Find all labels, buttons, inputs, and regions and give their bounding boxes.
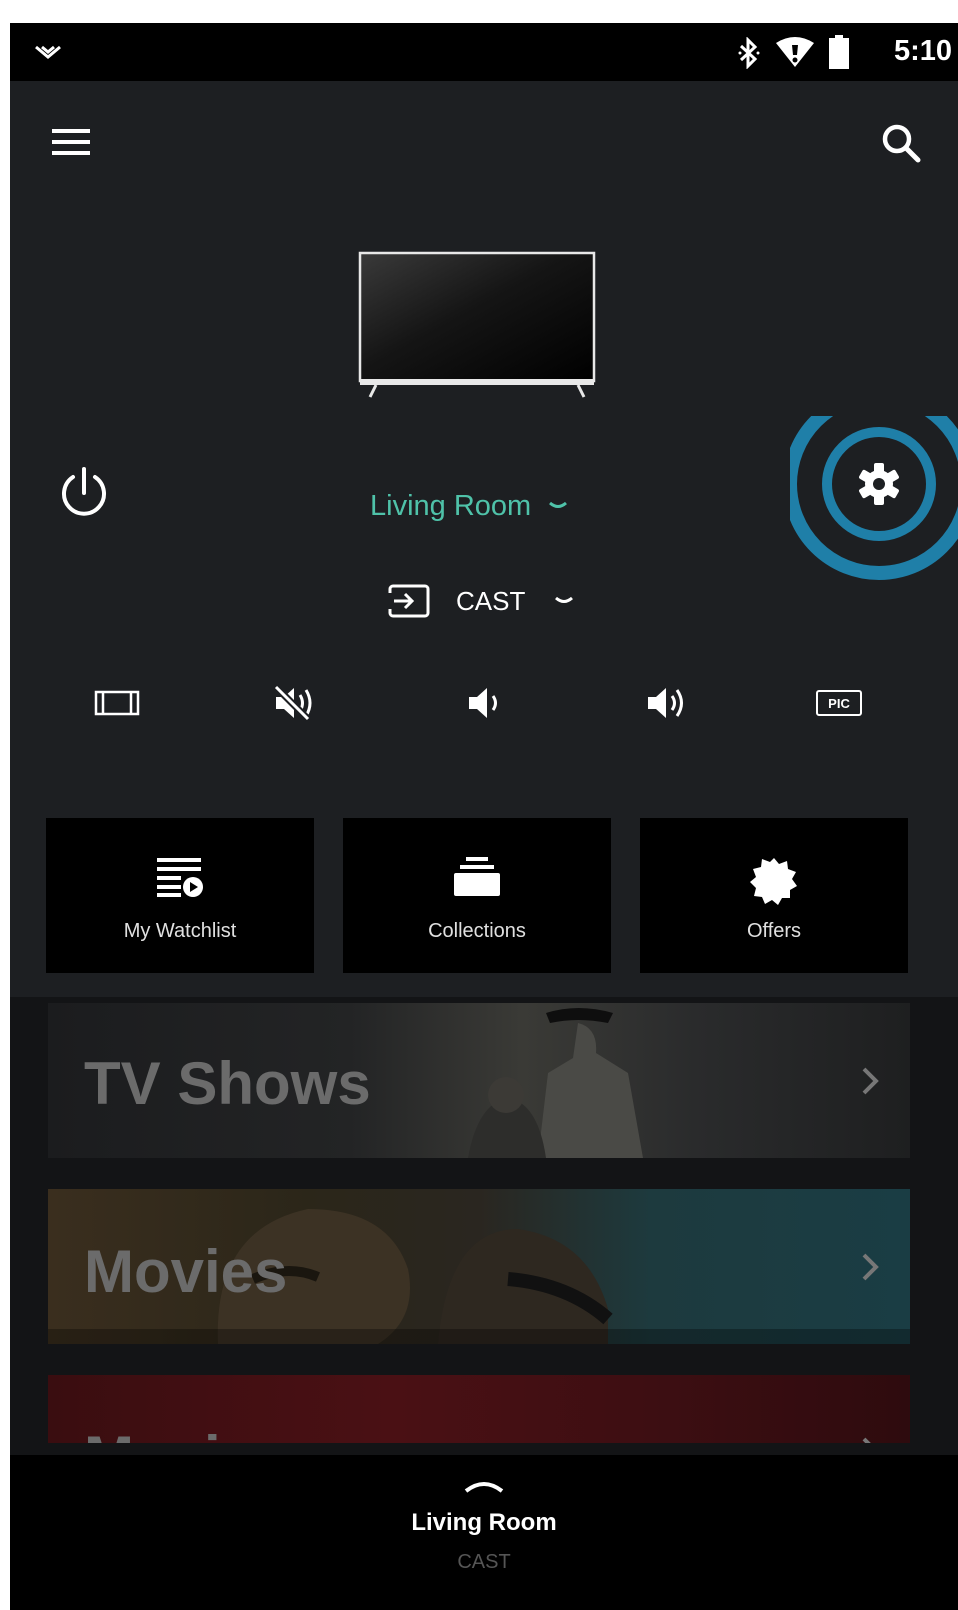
status-bar: 5:10 xyxy=(10,23,958,81)
settings-highlight xyxy=(783,388,958,580)
chevron-right-icon xyxy=(862,1253,879,1281)
mute-icon xyxy=(273,684,312,722)
tile-label: My Watchlist xyxy=(123,920,237,942)
pic-text: PIC xyxy=(828,696,850,711)
app-screen: 5:10 Living Room CAST PIC My Watchlist C… xyxy=(10,23,958,1610)
wifi-icon xyxy=(776,37,814,67)
mute-button[interactable] xyxy=(260,668,330,738)
category-label: Movies xyxy=(84,1238,288,1305)
input-source-icon xyxy=(388,584,430,618)
device-name: Living Room xyxy=(370,489,532,522)
chevron-down-icon xyxy=(555,596,574,603)
tile-collections[interactable]: Collections xyxy=(343,818,611,973)
tile-label: Offers xyxy=(746,920,802,942)
chevron-right-icon xyxy=(862,1067,879,1095)
chevron-right-icon xyxy=(862,1437,871,1443)
bluetooth-icon xyxy=(738,37,760,69)
category-label: TV Shows xyxy=(84,1050,371,1117)
category-music[interactable]: Music xyxy=(48,1375,910,1443)
search-icon xyxy=(882,124,921,163)
remote-controls: PIC xyxy=(10,668,958,738)
now-playing-bar[interactable]: Living Room CAST xyxy=(10,1455,958,1610)
tv-icon xyxy=(358,251,596,398)
top-app-bar xyxy=(10,81,958,191)
category-tv-shows[interactable]: TV Shows xyxy=(48,1003,910,1158)
now-playing-device: Living Room xyxy=(411,1509,557,1536)
power-button[interactable] xyxy=(54,463,114,523)
aspect-ratio-icon xyxy=(94,690,140,716)
menu-button[interactable] xyxy=(50,123,98,163)
search-button[interactable] xyxy=(876,119,928,171)
volume-down-button[interactable] xyxy=(450,668,520,738)
tv-shows-artwork xyxy=(468,1008,643,1158)
tile-my-watchlist[interactable]: My Watchlist xyxy=(46,818,314,973)
volume-up-icon xyxy=(648,688,683,718)
now-playing-input: CAST xyxy=(457,1551,511,1573)
input-selector[interactable]: CAST xyxy=(388,579,575,623)
input-name: CAST xyxy=(456,585,526,616)
category-movies[interactable]: Movies xyxy=(48,1189,910,1344)
watchlist-icon xyxy=(157,858,203,897)
collections-icon xyxy=(454,857,500,896)
menu-icon xyxy=(52,129,90,155)
tile-offers[interactable]: Offers xyxy=(640,818,908,973)
tile-label: Collections xyxy=(428,920,526,942)
status-time: 5:10 xyxy=(893,35,952,67)
volume-down-icon xyxy=(469,688,497,718)
volume-up-button[interactable] xyxy=(632,668,702,738)
chevron-down-icon xyxy=(549,501,568,508)
pic-icon: PIC xyxy=(816,690,862,716)
settings-button[interactable] xyxy=(783,388,958,616)
chevron-up-icon xyxy=(464,1482,504,1493)
battery-icon xyxy=(829,35,849,69)
category-label: Music xyxy=(84,1423,254,1443)
aspect-ratio-button[interactable] xyxy=(82,668,152,738)
offers-badge-icon xyxy=(750,858,797,905)
power-icon xyxy=(62,467,106,516)
device-selector[interactable]: Living Room xyxy=(370,486,569,526)
gear-icon xyxy=(859,463,899,505)
pic-button[interactable]: PIC xyxy=(804,668,874,738)
notification-chevron-icon xyxy=(35,45,61,59)
